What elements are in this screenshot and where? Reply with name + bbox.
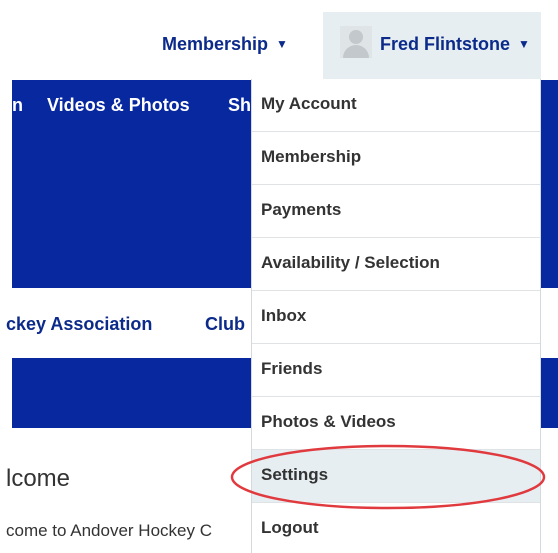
menu-item-label: Membership xyxy=(261,147,362,166)
menu-item-inbox[interactable]: Inbox xyxy=(252,291,540,344)
sub-nav-item-club[interactable]: Club xyxy=(205,314,245,335)
menu-item-membership[interactable]: Membership xyxy=(252,132,540,185)
user-menu-trigger[interactable]: Fred Flintstone ▼ xyxy=(323,12,541,80)
sub-nav-item-association[interactable]: ckey Association xyxy=(6,314,152,335)
menu-item-label: Logout xyxy=(261,518,319,537)
menu-item-label: Friends xyxy=(261,359,323,378)
caret-down-icon: ▼ xyxy=(276,37,288,51)
menu-item-availability-selection[interactable]: Availability / Selection xyxy=(252,238,540,291)
top-bar: Membership ▼ Fred Flintstone ▼ xyxy=(0,0,558,80)
menu-item-label: Payments xyxy=(261,200,342,219)
membership-menu-label: Membership xyxy=(162,34,269,54)
user-dropdown-menu: My Account Membership Payments Availabil… xyxy=(251,79,541,553)
main-nav-item-shop[interactable]: Sh xyxy=(228,95,251,116)
menu-item-label: Photos & Videos xyxy=(261,412,396,431)
menu-item-label: Inbox xyxy=(261,306,307,325)
menu-item-label: My Account xyxy=(261,94,357,113)
user-name-label: Fred Flintstone xyxy=(380,34,510,54)
user-name: Fred Flintstone ▼ xyxy=(380,34,530,55)
avatar-shoulders-shape xyxy=(343,45,369,58)
main-nav-item-videos-photos[interactable]: Videos & Photos xyxy=(47,95,190,116)
main-nav-item-partial[interactable]: n xyxy=(12,95,23,116)
menu-item-label: Settings xyxy=(261,465,329,484)
menu-item-my-account[interactable]: My Account xyxy=(252,79,540,132)
welcome-heading: lcome xyxy=(6,465,71,492)
caret-down-icon: ▼ xyxy=(518,37,530,51)
menu-item-logout[interactable]: Logout xyxy=(252,503,540,553)
avatar-head-shape xyxy=(349,30,363,44)
menu-item-photos-videos[interactable]: Photos & Videos xyxy=(252,397,540,450)
menu-item-friends[interactable]: Friends xyxy=(252,344,540,397)
welcome-text: come to Andover Hockey C xyxy=(6,521,212,540)
menu-item-payments[interactable]: Payments xyxy=(252,185,540,238)
menu-item-label: Availability / Selection xyxy=(261,253,440,272)
membership-menu-link[interactable]: Membership ▼ xyxy=(162,34,288,55)
page: Membership ▼ Fred Flintstone ▼ n Videos & … xyxy=(0,0,558,553)
avatar xyxy=(340,26,372,58)
menu-item-settings[interactable]: Settings xyxy=(252,450,540,503)
